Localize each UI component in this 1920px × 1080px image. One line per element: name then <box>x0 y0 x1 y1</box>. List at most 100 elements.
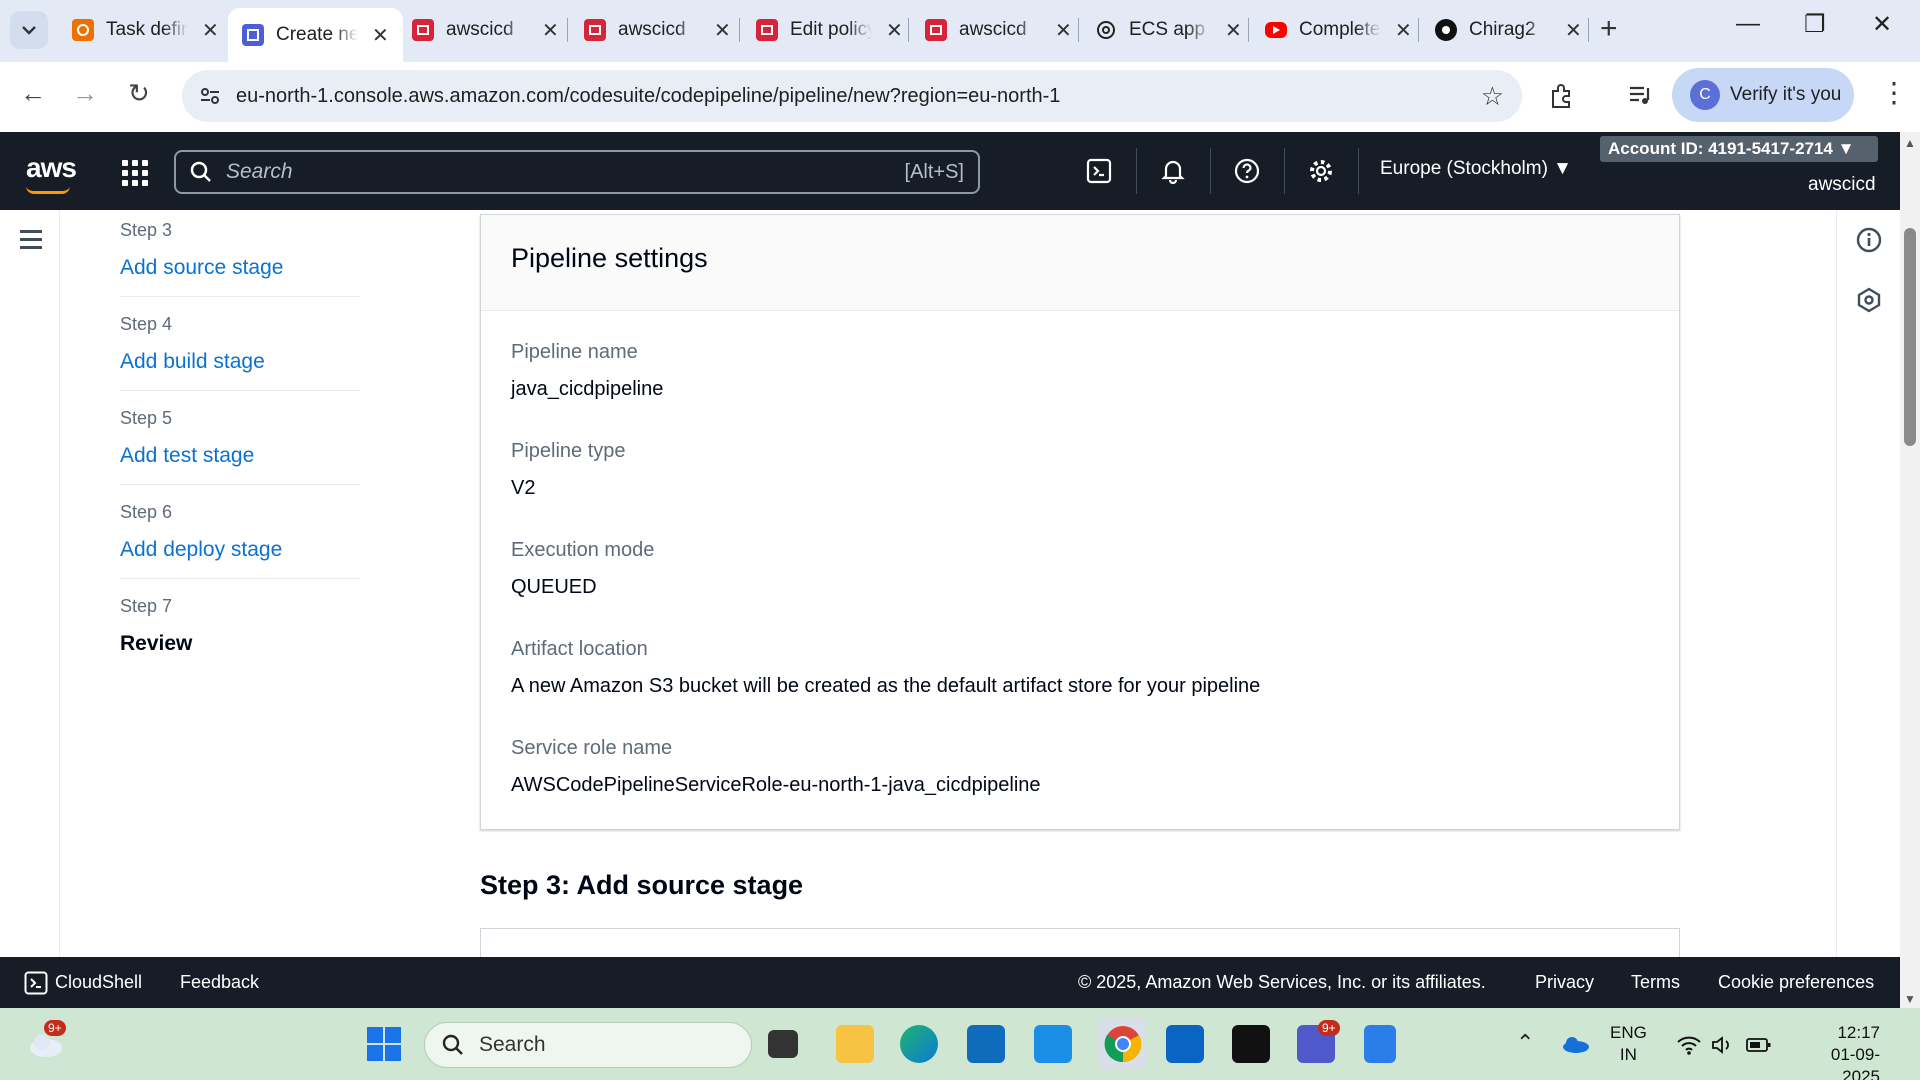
pipeline-settings-panel: Pipeline settings Pipeline name java_cic… <box>480 214 1680 830</box>
language-indicator[interactable]: ENG IN <box>1610 1022 1647 1066</box>
onedrive-cloud-icon[interactable] <box>1560 1034 1590 1054</box>
browser-tab[interactable]: Complete ✕ <box>1251 10 1426 50</box>
file-explorer-icon[interactable] <box>836 1025 874 1063</box>
close-tab-icon[interactable]: ✕ <box>372 23 389 48</box>
close-tab-icon[interactable]: ✕ <box>1225 18 1242 43</box>
bookmark-star-icon[interactable]: ☆ <box>1481 81 1504 112</box>
settings-gear-icon[interactable] <box>1306 156 1336 186</box>
cloudshell-icon[interactable] <box>24 971 48 995</box>
tray-overflow-chevron-icon[interactable]: ⌃ <box>1516 1030 1534 1056</box>
close-tab-icon[interactable]: ✕ <box>886 18 903 43</box>
reload-icon[interactable]: ↻ <box>128 78 150 109</box>
outlook-icon[interactable] <box>1166 1025 1204 1063</box>
tab-separator <box>908 18 909 42</box>
close-tab-icon[interactable]: ✕ <box>1565 18 1582 43</box>
extensions-puzzle-icon[interactable] <box>1548 82 1576 110</box>
scrollbar-thumb[interactable] <box>1904 228 1916 446</box>
profile-verify-button[interactable]: C Verify it's you <box>1672 68 1854 122</box>
step-link-source[interactable]: Add source stage <box>120 256 283 280</box>
close-tab-icon[interactable]: ✕ <box>1055 18 1072 43</box>
assistant-hexagon-icon[interactable] <box>1855 286 1883 314</box>
restore-icon[interactable]: ❐ <box>1804 10 1826 39</box>
windows-start-icon[interactable] <box>366 1026 402 1062</box>
github-icon <box>1435 19 1457 41</box>
terms-link[interactable]: Terms <box>1631 972 1680 993</box>
browser-tab[interactable]: Edit policy ✕ <box>742 10 917 50</box>
new-tab-plus-icon[interactable]: + <box>1600 12 1618 46</box>
aws-search-input[interactable]: Search [Alt+S] <box>174 150 980 194</box>
cookie-preferences-link[interactable]: Cookie preferences <box>1718 972 1874 993</box>
cloudshell-link[interactable]: CloudShell <box>55 972 142 993</box>
setting-pipeline-type: Pipeline type V2 <box>511 440 626 500</box>
tab-search-button[interactable] <box>10 11 48 49</box>
back-arrow-icon[interactable]: ← <box>20 78 46 109</box>
header-divider <box>1136 148 1137 194</box>
left-nav-rail <box>0 210 60 957</box>
task-view-icon[interactable] <box>768 1030 798 1058</box>
setting-key: Service role name <box>511 737 673 759</box>
browser-tab[interactable]: Task definitions ✕ <box>58 10 233 50</box>
help-icon[interactable] <box>1232 156 1262 186</box>
privacy-link[interactable]: Privacy <box>1535 972 1594 993</box>
media-queue-icon[interactable] <box>1628 84 1654 108</box>
section-heading: Step 3: Add source stage <box>480 870 804 900</box>
browser-tab[interactable]: awscicd ✕ <box>570 10 745 50</box>
close-tab-icon[interactable]: ✕ <box>714 18 731 43</box>
scroll-up-icon[interactable]: ▲ <box>1904 136 1916 150</box>
hamburger-menu-icon[interactable] <box>20 230 42 254</box>
browser-menu-icon[interactable]: ⋮ <box>1880 76 1908 109</box>
forward-arrow-icon[interactable]: → <box>72 78 98 109</box>
url-bar[interactable]: eu-north-1.console.aws.amazon.com/codesu… <box>182 70 1522 122</box>
close-tab-icon[interactable]: ✕ <box>1395 18 1412 43</box>
remote-desktop-icon[interactable] <box>1034 1025 1072 1063</box>
console-content: Step 3 Add source stage Step 4 Add build… <box>0 210 1900 957</box>
step-link-deploy[interactable]: Add deploy stage <box>120 538 282 562</box>
step-link-test[interactable]: Add test stage <box>120 444 254 468</box>
cloudshell-icon[interactable] <box>1084 156 1114 186</box>
search-shortcut: [Alt+S] <box>904 160 964 183</box>
browser-tab[interactable]: awscicd ✕ <box>911 10 1086 50</box>
setting-pipeline-name: Pipeline name java_cicdpipeline <box>511 341 663 401</box>
tab-separator <box>739 18 740 42</box>
search-placeholder: Search <box>226 160 293 183</box>
notifications-bell-icon[interactable] <box>1158 156 1188 186</box>
system-clock[interactable]: 12:17 01-09-2025 <box>1796 1022 1880 1080</box>
close-tab-icon[interactable]: ✕ <box>202 18 219 43</box>
header-divider <box>1358 148 1359 194</box>
notepad-icon[interactable] <box>1364 1025 1396 1063</box>
site-settings-icon[interactable] <box>198 84 222 108</box>
taskbar-search-input[interactable]: Search <box>424 1022 752 1068</box>
edge-browser-icon[interactable] <box>900 1025 938 1063</box>
browser-tab[interactable]: Chirag2 ✕ <box>1421 10 1596 50</box>
chrome-icon[interactable] <box>1104 1025 1142 1063</box>
close-tab-icon[interactable]: ✕ <box>542 18 559 43</box>
aws-red-icon <box>584 19 606 41</box>
webex-icon[interactable] <box>1232 1025 1270 1063</box>
setting-value: A new Amazon S3 bucket will be created a… <box>511 675 1261 697</box>
microsoft-store-icon[interactable] <box>967 1025 1005 1063</box>
volume-icon[interactable] <box>1710 1034 1734 1056</box>
account-id-menu[interactable]: Account ID: 4191-5417-2714 ▼ <box>1600 136 1878 162</box>
wifi-icon[interactable] <box>1676 1034 1702 1056</box>
scroll-down-icon[interactable]: ▼ <box>1904 992 1916 1006</box>
services-grid-icon[interactable] <box>122 160 148 186</box>
browser-tab[interactable]: ECS app ✕ <box>1081 10 1256 50</box>
close-window-icon[interactable]: ✕ <box>1872 10 1892 39</box>
info-icon[interactable] <box>1855 226 1883 254</box>
page-scrollbar[interactable]: ▲ ▼ <box>1900 132 1920 1008</box>
setting-value: V2 <box>511 477 536 499</box>
feedback-link[interactable]: Feedback <box>180 972 259 993</box>
chevron-down-icon <box>22 26 36 35</box>
region-selector[interactable]: Europe (Stockholm) ▼ <box>1380 158 1572 180</box>
user-menu[interactable]: awscicd <box>1808 174 1876 196</box>
browser-tab[interactable]: awscicd ✕ <box>398 10 573 50</box>
step-link-build[interactable]: Add build stage <box>120 350 265 374</box>
keyboard-region: IN <box>1619 1045 1637 1064</box>
aws-logo[interactable]: aws <box>26 152 77 194</box>
battery-icon[interactable] <box>1746 1036 1772 1054</box>
console-footer: CloudShell Feedback © 2025, Amazon Web S… <box>0 957 1900 1008</box>
teams-badge: 9+ <box>1318 1020 1340 1036</box>
minimize-icon[interactable]: — <box>1736 10 1760 38</box>
browser-tab-active[interactable]: Create new pipeline ✕ <box>228 8 403 62</box>
setting-key: Pipeline name <box>511 341 638 363</box>
